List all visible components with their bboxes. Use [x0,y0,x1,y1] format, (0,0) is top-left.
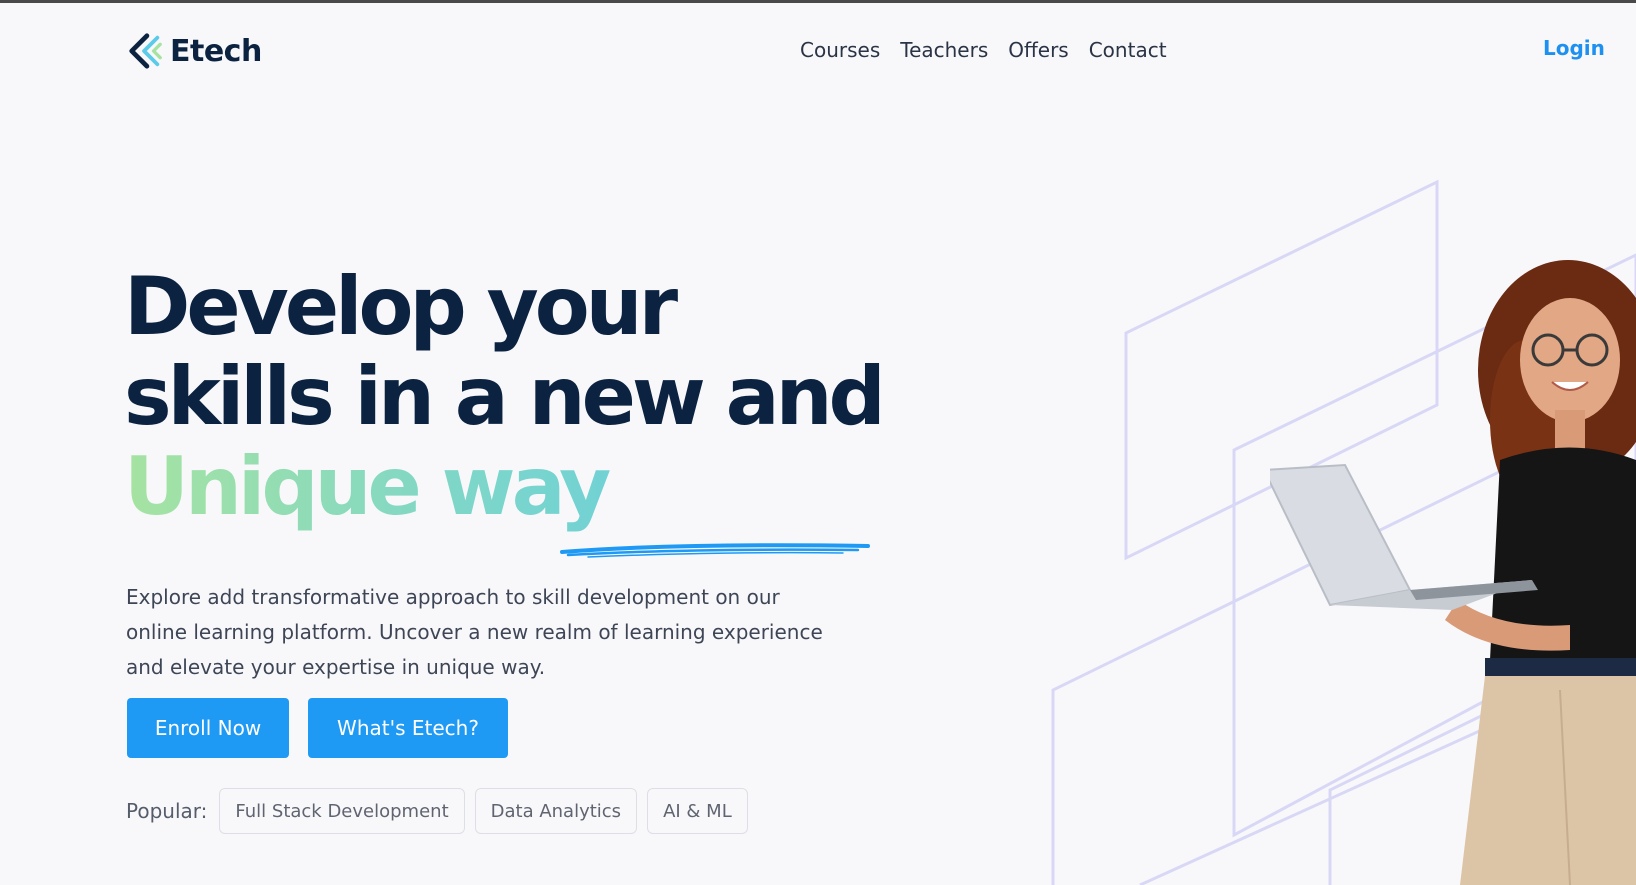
enroll-now-button[interactable]: Enroll Now [127,698,289,758]
nav-link-courses[interactable]: Courses [800,38,880,62]
window-top-border [0,0,1636,3]
etech-chevron-logo-icon [129,33,162,69]
popular-tags: Popular: Full Stack Development Data Ana… [126,788,748,834]
tag-full-stack-development[interactable]: Full Stack Development [219,788,465,834]
hero-title: Develop your skills in a new and Unique … [124,260,886,532]
hero-title-line-2: skills in a new and [124,350,886,443]
landing-page: Etech Courses Teachers Offers Contact Lo… [0,0,1636,885]
nav-link-offers[interactable]: Offers [1008,38,1068,62]
brand-name: Etech [170,33,262,69]
whats-etech-button[interactable]: What's Etech? [308,698,508,758]
hero-title-accent: Unique way [124,442,882,532]
nav-link-contact[interactable]: Contact [1089,38,1167,62]
nav-link-teachers[interactable]: Teachers [900,38,988,62]
hero-title-line-1: Develop your [124,260,678,353]
brush-underline-icon [560,543,870,558]
popular-label: Popular: [126,799,208,823]
tag-data-analytics[interactable]: Data Analytics [474,788,638,834]
main-nav: Courses Teachers Offers Contact [800,38,1167,62]
login-link[interactable]: Login [1543,36,1605,60]
brand-logo[interactable]: Etech [126,30,262,72]
hero-description: Explore add transformative approach to s… [126,585,823,679]
woman-with-laptop-illustration [1270,260,1636,885]
tag-ai-ml[interactable]: AI & ML [647,788,748,834]
